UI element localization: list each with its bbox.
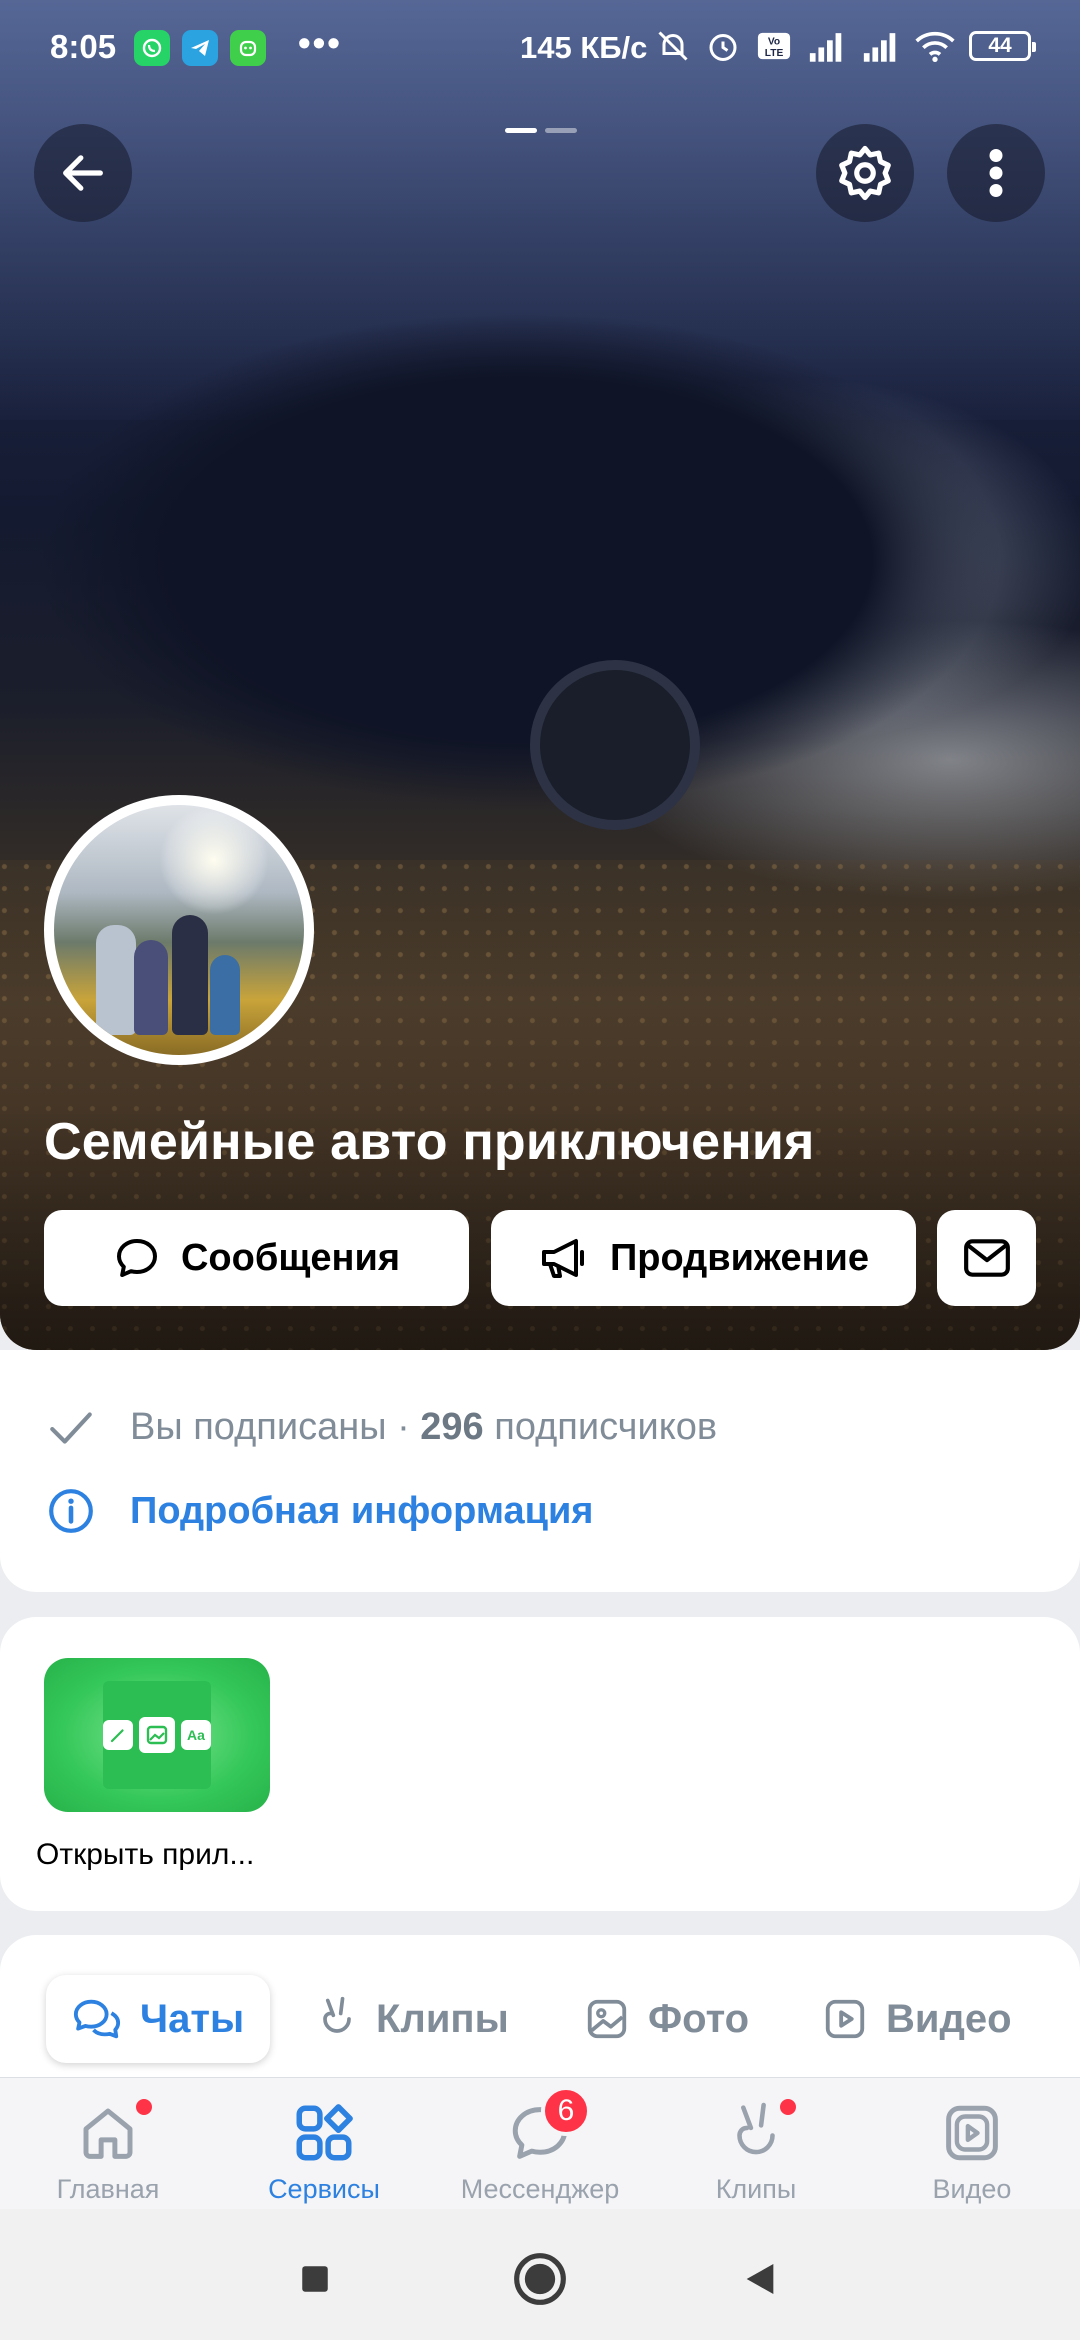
photo-icon <box>587 1999 627 2039</box>
settings-button[interactable] <box>816 124 914 222</box>
mute-icon <box>658 31 688 61</box>
signal-2-icon <box>863 33 896 62</box>
video-icon <box>825 1999 865 2039</box>
avatar-figure <box>134 940 168 1035</box>
details-link-label: Подробная информация <box>130 1489 594 1532</box>
mini-app-tile[interactable]: Aa <box>44 1658 270 1812</box>
back-button[interactable] <box>34 124 132 222</box>
bottom-navigation: Главная Сервисы 6 Мессенджер Клипы Видео <box>0 2077 1080 2210</box>
status-time: 8:05 <box>50 28 117 65</box>
telegram-icon <box>182 30 218 66</box>
triangle-back-icon <box>746 2264 774 2294</box>
avatar-photo <box>54 805 304 1055</box>
more-notifications-icon: ••• <box>298 22 342 63</box>
nav-services-label: Сервисы <box>268 2174 380 2204</box>
volte-icon: VoLTE <box>757 32 791 59</box>
cover-pager <box>505 128 577 133</box>
info-card: Вы подписаны · 296 подписчиков Подробная… <box>0 1350 1080 1592</box>
mini-app-label[interactable]: Открыть прил... <box>36 1838 254 1872</box>
messenger-unread-badge: 6 <box>541 2086 591 2136</box>
nav-video-label: Видео <box>932 2174 1012 2204</box>
chat-bubble-icon <box>116 1239 157 1277</box>
status-bar: 8:05 ••• 145 КБ/с Vo LTE 44 <box>0 0 1080 96</box>
tab-clips-label: Клипы <box>376 1996 509 2041</box>
pager-dot-active <box>505 128 537 133</box>
tab-photo[interactable]: Фото <box>584 1975 749 2063</box>
text-icon-label: Aa <box>187 1727 205 1743</box>
recents-button[interactable] <box>285 2249 345 2309</box>
tab-clips[interactable]: Клипы <box>316 1975 509 2063</box>
details-link[interactable]: Подробная информация <box>46 1486 593 1536</box>
arrow-left-icon <box>63 155 103 191</box>
avatar-figure <box>172 915 208 1035</box>
info-icon <box>49 1489 93 1533</box>
image-icon <box>139 1717 175 1753</box>
mini-app-icon: Aa <box>103 1681 211 1789</box>
notification-icons <box>134 30 266 66</box>
envelope-icon <box>963 1239 1010 1277</box>
avatar-figure <box>210 955 240 1035</box>
subscribed-status: Вы подписаны <box>130 1405 387 1448</box>
network-speed: 145 КБ/с <box>520 30 648 65</box>
subscription-row[interactable]: Вы подписаны · 296 подписчиков <box>46 1404 717 1450</box>
nav-messenger[interactable]: 6 Мессенджер <box>432 2078 648 2210</box>
home-system-button[interactable] <box>510 2249 570 2309</box>
nav-clips-label: Клипы <box>715 2174 797 2204</box>
clips-notification-dot <box>777 2096 799 2118</box>
tab-video-label: Видео <box>886 1996 1012 2041</box>
avatar-figure <box>96 925 136 1035</box>
nav-messenger-label: Мессенджер <box>460 2174 620 2204</box>
chats-icon <box>73 1999 121 2039</box>
tab-chats[interactable]: Чаты <box>46 1975 271 2063</box>
nav-home[interactable]: Главная <box>0 2078 216 2210</box>
signal-1-icon <box>809 33 842 62</box>
battery-icon: 44 <box>969 31 1036 61</box>
vertical-dots-icon <box>989 149 1003 197</box>
square-icon <box>302 2266 328 2292</box>
android-robot-icon <box>230 30 266 66</box>
home-icon <box>83 2108 133 2159</box>
circle-home-icon <box>514 2253 566 2305</box>
messages-button-label: Сообщения <box>180 1236 401 1279</box>
pager-dot <box>545 128 577 133</box>
nav-video[interactable]: Видео <box>864 2078 1080 2210</box>
tab-photo-label: Фото <box>648 1996 750 2041</box>
whatsapp-icon <box>134 30 170 66</box>
svg-text:Vo: Vo <box>768 37 780 48</box>
group-title: Семейные авто приключения <box>44 1113 815 1171</box>
nav-home-label: Главная <box>56 2174 160 2204</box>
mail-button[interactable] <box>937 1210 1036 1306</box>
check-icon <box>50 1412 92 1444</box>
alarm-icon <box>709 34 737 61</box>
avatar-sunlight <box>159 805 269 915</box>
promotion-button-label: Продвижение <box>609 1236 870 1279</box>
system-icons: Vo LTE 44 <box>655 28 1036 64</box>
video-icon <box>946 2105 998 2161</box>
info-separator: · <box>397 1405 410 1448</box>
more-options-button[interactable] <box>947 124 1045 222</box>
text-icon: Aa <box>181 1720 211 1750</box>
wifi-icon <box>915 31 955 62</box>
tab-chats-label: Чаты <box>140 1996 245 2041</box>
content-tabs: Чаты Клипы Фото Видео <box>0 1975 1080 2075</box>
nav-clips[interactable]: Клипы <box>648 2078 864 2210</box>
group-avatar[interactable] <box>44 795 314 1065</box>
back-system-button[interactable] <box>730 2249 790 2309</box>
followers-label: подписчиков <box>494 1405 718 1448</box>
megaphone-icon <box>541 1239 584 1278</box>
services-icon <box>296 2104 353 2161</box>
promotion-button[interactable]: Продвижение <box>491 1210 916 1306</box>
nav-services[interactable]: Сервисы <box>216 2078 432 2210</box>
system-navigation-bar <box>0 2209 1080 2340</box>
cover-truck-wheel <box>530 660 700 830</box>
messages-button[interactable]: Сообщения <box>44 1210 469 1306</box>
gear-icon <box>839 145 891 201</box>
home-notification-dot <box>133 2096 155 2118</box>
tab-video[interactable]: Видео <box>822 1975 1012 2063</box>
battery-level: 44 <box>988 34 1012 57</box>
clips-icon <box>323 1996 351 2033</box>
followers-count: 296 <box>420 1405 484 1448</box>
brush-icon <box>103 1720 133 1750</box>
svg-text:LTE: LTE <box>765 48 784 59</box>
